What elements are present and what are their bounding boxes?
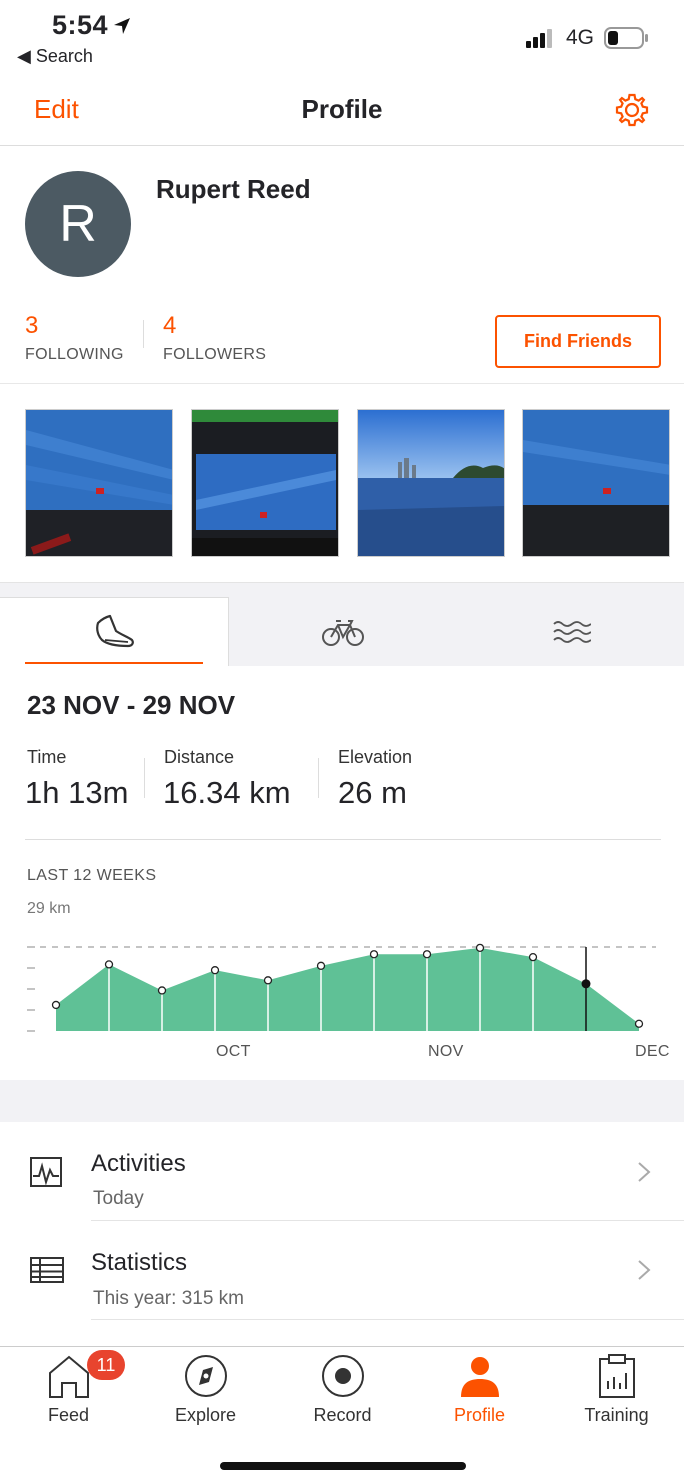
back-triangle-icon: ◀ — [17, 46, 31, 66]
photo-thumbnail-console[interactable] — [191, 409, 339, 557]
weekly-distance-chart[interactable] — [0, 930, 684, 1040]
activities-title: Activities — [91, 1150, 186, 1177]
divider — [25, 839, 661, 840]
divider — [91, 1319, 684, 1320]
tab-training-label: Training — [584, 1405, 649, 1425]
avatar[interactable]: R — [25, 171, 131, 277]
tab-profile-label: Profile — [453, 1405, 506, 1425]
following-label[interactable]: FOLLOWING — [25, 346, 124, 364]
photo-thumbnail-treadmill-1[interactable] — [25, 409, 173, 557]
tab-feed-label: Feed — [47, 1405, 90, 1425]
distance-label: Distance — [164, 747, 235, 767]
data-point — [316, 961, 326, 970]
tab-record-label: Record — [313, 1405, 372, 1425]
statistics-title: Statistics — [91, 1249, 188, 1276]
person-icon — [460, 1357, 499, 1397]
compass-icon — [184, 1355, 227, 1397]
bicycle-icon — [322, 620, 364, 646]
clipboard-chart-icon — [598, 1354, 635, 1398]
statistics-subtitle: This year: 315 km — [93, 1288, 244, 1309]
feed-notification-badge: 11 — [87, 1350, 125, 1380]
data-point — [51, 1000, 61, 1010]
distance-value: 16.34 km — [163, 775, 291, 810]
home-icon — [48, 1355, 89, 1398]
chevron-right-icon — [638, 1162, 651, 1182]
running-shoe-icon — [96, 614, 134, 648]
status-bar: 5:54 ◀ Search 4G — [0, 0, 684, 80]
data-point — [475, 943, 485, 953]
location-arrow-icon — [114, 18, 131, 34]
record-icon — [321, 1355, 364, 1397]
following-count[interactable]: 3 — [25, 312, 38, 340]
chart-ymax-label: 29 km — [27, 900, 71, 917]
month-label-nov: NOV — [428, 1043, 464, 1060]
followers-count[interactable]: 4 — [163, 312, 176, 340]
photo-thumbnail-lake[interactable] — [357, 409, 505, 557]
tab-ride[interactable] — [229, 597, 457, 666]
followers-label[interactable]: FOLLOWERS — [163, 346, 266, 364]
back-label: Search — [35, 46, 93, 66]
tab-explore-label: Explore — [174, 1405, 237, 1425]
signal-bars-icon — [525, 29, 552, 48]
tab-swim[interactable] — [457, 597, 684, 666]
settings-button[interactable] — [614, 92, 650, 133]
data-point — [104, 960, 114, 969]
data-point-selected — [581, 979, 591, 989]
network-type: 4G — [565, 26, 594, 49]
data-point — [422, 950, 432, 959]
photo-thumbnail-treadmill-2[interactable] — [522, 409, 670, 557]
tab-training[interactable]: Training — [548, 1347, 684, 1447]
week-range: 23 NOV - 29 NOV — [27, 690, 236, 720]
divider — [143, 320, 144, 348]
chevron-right-icon — [638, 1260, 651, 1280]
athlete-name: Rupert Reed — [156, 174, 311, 204]
activities-subtitle: Today — [93, 1188, 144, 1209]
elevation-label: Elevation — [338, 747, 413, 767]
navigation-bar: Edit Profile — [0, 80, 684, 146]
tab-explore[interactable]: Explore — [137, 1347, 274, 1447]
section-separator — [0, 1080, 684, 1122]
divider — [144, 758, 145, 798]
time-value: 1h 13m — [25, 775, 129, 810]
data-point — [634, 1019, 644, 1028]
month-label-oct: OCT — [216, 1043, 251, 1060]
tab-profile[interactable]: Profile — [411, 1347, 548, 1447]
elevation-value: 26 m — [338, 775, 407, 810]
page-title: Profile — [301, 94, 383, 124]
status-time-text: 5:54 — [52, 10, 109, 40]
data-point — [528, 952, 538, 962]
data-point — [210, 966, 220, 975]
month-label-dec: DEC — [635, 1043, 670, 1060]
status-indicators: 4G — [525, 26, 650, 50]
activity-pulse-icon — [30, 1157, 62, 1187]
swim-waves-icon — [553, 621, 591, 643]
status-time: 5:54 — [52, 10, 132, 41]
chart-title: LAST 12 WEEKS — [27, 867, 157, 884]
data-point — [369, 950, 379, 959]
gear-icon — [615, 93, 649, 127]
data-point — [157, 986, 167, 995]
divider — [0, 383, 684, 384]
battery-icon — [604, 27, 648, 49]
table-grid-icon — [30, 1257, 64, 1283]
divider — [318, 758, 319, 798]
tab-record[interactable]: Record — [274, 1347, 411, 1447]
back-to-search[interactable]: ◀ Search — [17, 46, 93, 67]
active-tab-indicator — [25, 662, 203, 664]
home-indicator — [220, 1462, 466, 1470]
area-fill — [56, 947, 639, 1031]
data-point — [263, 976, 273, 985]
time-label: Time — [27, 747, 67, 767]
find-friends-button[interactable]: Find Friends — [495, 315, 661, 368]
